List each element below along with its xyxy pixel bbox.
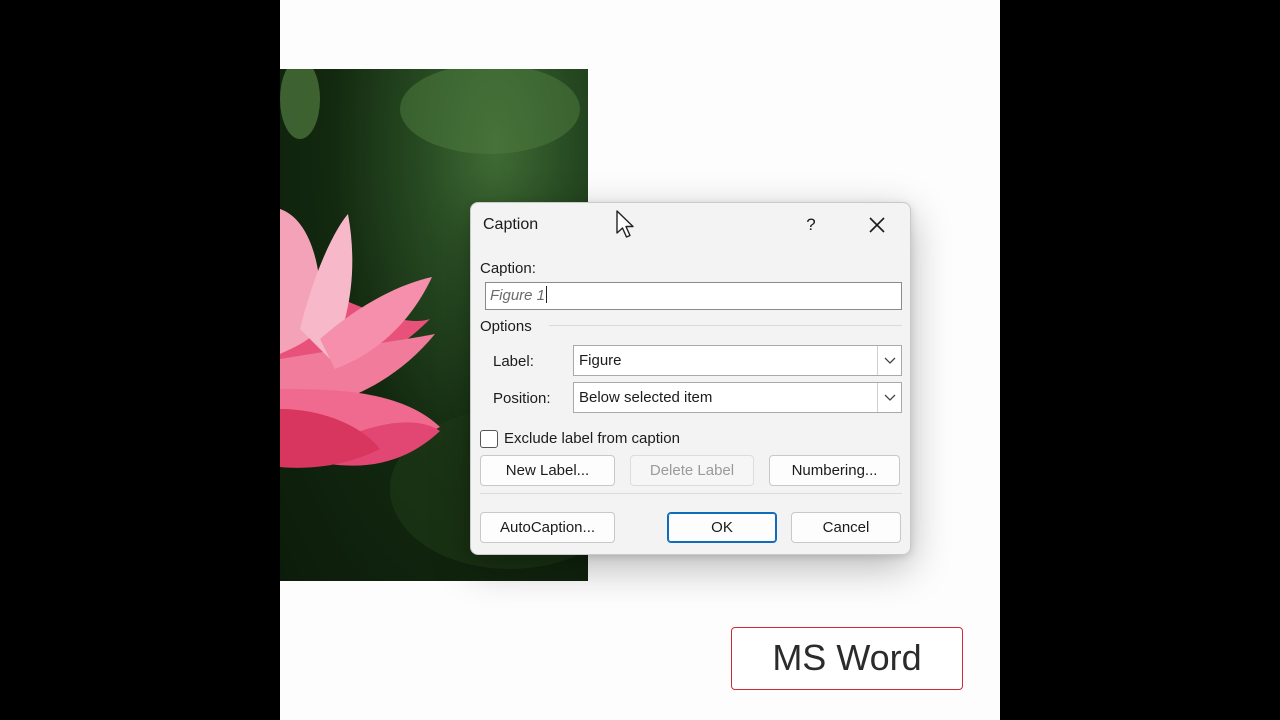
mouse-pointer-icon bbox=[616, 210, 634, 238]
caption-input-value: Figure 1 bbox=[490, 287, 546, 304]
new-label-button[interactable]: New Label... bbox=[480, 455, 615, 486]
exclude-label-text[interactable]: Exclude label from caption bbox=[504, 430, 680, 447]
options-divider bbox=[549, 325, 902, 326]
caption-dialog: Caption ? Caption: Figure 1 Options Labe… bbox=[470, 202, 911, 555]
exclude-label-checkbox[interactable] bbox=[480, 430, 498, 448]
close-button[interactable] bbox=[865, 213, 889, 237]
label-field-label: Label: bbox=[493, 353, 534, 370]
left-letterbox bbox=[0, 0, 280, 720]
right-letterbox bbox=[1000, 0, 1280, 720]
ok-button[interactable]: OK bbox=[667, 512, 777, 543]
position-select[interactable]: Below selected item bbox=[573, 382, 902, 413]
chevron-down-icon bbox=[884, 394, 896, 401]
label-select-arrow[interactable] bbox=[877, 346, 901, 375]
caption-input[interactable]: Figure 1 bbox=[485, 282, 902, 310]
text-caret bbox=[546, 286, 548, 303]
button-row-divider bbox=[480, 493, 902, 494]
position-select-value: Below selected item bbox=[579, 389, 713, 406]
chevron-down-icon bbox=[884, 357, 896, 364]
position-select-arrow[interactable] bbox=[877, 383, 901, 412]
cancel-button[interactable]: Cancel bbox=[791, 512, 901, 543]
delete-label-button[interactable]: Delete Label bbox=[630, 455, 754, 486]
ms-word-badge: MS Word bbox=[731, 627, 963, 690]
position-field-label: Position: bbox=[493, 390, 551, 407]
label-select[interactable]: Figure bbox=[573, 345, 902, 376]
numbering-button[interactable]: Numbering... bbox=[769, 455, 900, 486]
close-icon bbox=[869, 217, 885, 233]
label-select-value: Figure bbox=[579, 352, 622, 369]
dialog-title: Caption bbox=[483, 216, 539, 233]
options-group-label: Options bbox=[480, 318, 532, 335]
help-button[interactable]: ? bbox=[801, 213, 821, 237]
caption-field-label: Caption: bbox=[480, 260, 536, 277]
autocaption-button[interactable]: AutoCaption... bbox=[480, 512, 615, 543]
